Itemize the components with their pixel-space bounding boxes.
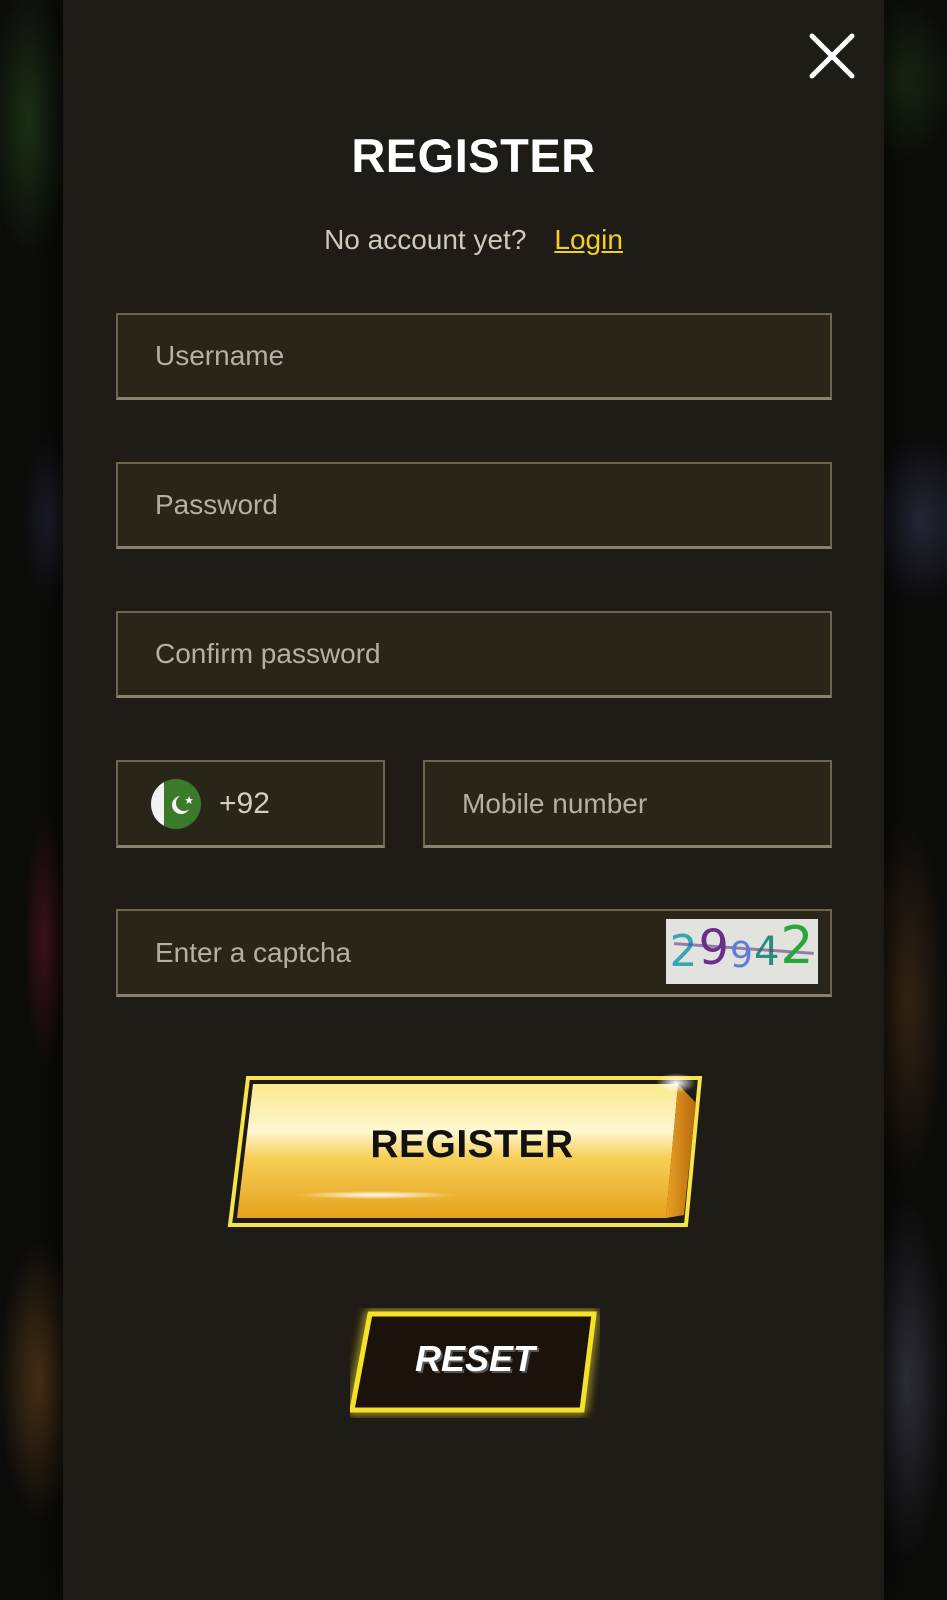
country-code-value: +92 [219, 786, 270, 820]
register-button-label: REGISTER [370, 1123, 574, 1166]
username-input[interactable] [118, 315, 830, 397]
country-code-selector[interactable]: +92 [116, 760, 385, 848]
captcha-input[interactable] [118, 911, 658, 994]
captcha-field: 2 9 9 4 2 [116, 909, 832, 997]
captcha-digit: 9 [730, 935, 754, 976]
username-field [116, 313, 832, 400]
password-field [116, 462, 832, 549]
mobile-number-input[interactable] [425, 762, 830, 845]
captcha-digit: 2 [780, 919, 815, 976]
page-title: REGISTER [351, 129, 596, 182]
no-account-text: No account yet? [324, 224, 527, 255]
login-prompt: No account yet? Login [0, 224, 947, 256]
pakistan-flag-icon [151, 778, 201, 829]
captcha-digit: 2 [669, 926, 699, 977]
reset-button[interactable]: RESET [350, 1308, 600, 1418]
password-input[interactable] [118, 464, 830, 546]
login-link[interactable]: Login [554, 224, 623, 255]
register-button[interactable]: REGISTER [226, 1065, 718, 1245]
captcha-digit: 9 [698, 919, 731, 976]
confirm-password-input[interactable] [118, 613, 830, 695]
captcha-image[interactable]: 2 9 9 4 2 [666, 919, 818, 984]
confirm-password-field [116, 611, 832, 698]
close-icon[interactable] [808, 32, 856, 80]
mobile-number-field [423, 760, 832, 848]
reset-button-label: RESET [414, 1338, 536, 1379]
